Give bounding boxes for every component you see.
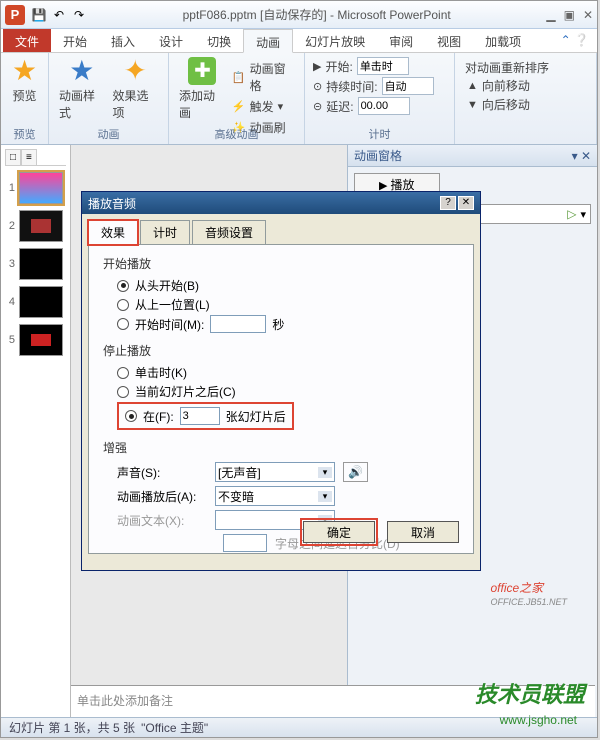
play-audio-dialog: 播放音频 ?✕ 效果 计时 音频设置 开始播放 从头开始(B) 从上一位置(L)… bbox=[81, 191, 481, 571]
close-icon[interactable]: ✕ bbox=[583, 8, 593, 22]
reorder-title: 对动画重新排序 bbox=[465, 59, 586, 76]
duration-input[interactable] bbox=[382, 77, 434, 95]
dialog-help-icon[interactable]: ? bbox=[440, 196, 456, 210]
tab-addin[interactable]: 加载项 bbox=[473, 29, 533, 52]
letter-delay-input bbox=[223, 534, 267, 552]
start-row: ▶ 开始: bbox=[313, 57, 446, 75]
redo-icon[interactable]: ↷ bbox=[71, 7, 87, 23]
start-playback-label: 开始播放 bbox=[103, 255, 459, 272]
group-animation: 动画 bbox=[49, 126, 168, 142]
slide-thumb-3[interactable]: 3 bbox=[5, 248, 66, 280]
slide-thumb-5[interactable]: 5 bbox=[5, 324, 66, 356]
thumbnail-tab[interactable]: □ bbox=[5, 149, 21, 165]
slide-thumb-2[interactable]: 2 bbox=[5, 210, 66, 242]
watermark-office: office之家OFFICE.JB51.NET bbox=[490, 579, 567, 607]
slide-thumb-1[interactable]: 1 bbox=[5, 172, 66, 204]
cancel-button[interactable]: 取消 bbox=[387, 521, 459, 543]
stop-playback-label: 停止播放 bbox=[103, 342, 459, 359]
dialog-titlebar: 播放音频 ?✕ bbox=[82, 192, 480, 214]
dialog-tab-audio[interactable]: 音频设置 bbox=[192, 220, 266, 245]
highlighted-option: 在(F): 张幻灯片后 bbox=[117, 402, 294, 430]
tab-transition[interactable]: 切换 bbox=[195, 29, 243, 52]
tab-design[interactable]: 设计 bbox=[147, 29, 195, 52]
slide-counter: 幻灯片 第 1 张，共 5 张 bbox=[9, 719, 135, 736]
move-later-button[interactable]: ▼ 向后移动 bbox=[465, 95, 586, 114]
after-anim-label: 动画播放后(A): bbox=[117, 488, 207, 505]
undo-icon[interactable]: ↶ bbox=[51, 7, 67, 23]
group-advanced: 高级动画 bbox=[169, 126, 304, 142]
tab-view[interactable]: 视图 bbox=[425, 29, 473, 52]
start-select[interactable] bbox=[357, 57, 409, 75]
ribbon-help[interactable]: ⌃ ❔ bbox=[553, 29, 597, 52]
dialog-close-icon[interactable]: ✕ bbox=[458, 196, 474, 210]
dialog-tab-timing[interactable]: 计时 bbox=[140, 220, 190, 245]
close-pane-icon[interactable]: ✕ bbox=[581, 149, 591, 163]
anim-text-label: 动画文本(X): bbox=[117, 512, 207, 529]
play-icon: ▷ bbox=[567, 207, 576, 221]
group-timing: 计时 bbox=[305, 126, 454, 142]
slide-thumb-4[interactable]: 4 bbox=[5, 286, 66, 318]
dropdown-icon[interactable]: ▾ bbox=[572, 149, 578, 163]
dialog-tab-effect[interactable]: 效果 bbox=[88, 220, 138, 245]
start-time-input[interactable] bbox=[210, 315, 266, 333]
tab-review[interactable]: 审阅 bbox=[377, 29, 425, 52]
sound-label: 声音(S): bbox=[117, 464, 207, 481]
group-preview: 预览 bbox=[1, 126, 48, 142]
window-controls: ▁ ▣ ✕ bbox=[546, 8, 593, 22]
minimize-icon[interactable]: ▁ bbox=[546, 8, 555, 22]
tab-slideshow[interactable]: 幻灯片放映 bbox=[293, 29, 377, 52]
radio-start-time[interactable] bbox=[117, 318, 129, 330]
sound-combo[interactable]: [无声音]▾ bbox=[215, 462, 335, 482]
tab-insert[interactable]: 插入 bbox=[99, 29, 147, 52]
ribbon: ★预览 预览 ★动画样式 ✦效果选项 动画 ✚添加动画 📋 动画窗格 ⚡ 触发 … bbox=[1, 53, 597, 145]
trigger-button[interactable]: ⚡ 触发 ▾ bbox=[230, 97, 298, 116]
slide-thumbnails-pane: □≡ 1 2 3 4 5 bbox=[1, 145, 71, 717]
duration-row: ⊙ 持续时间: bbox=[313, 77, 446, 95]
window-title: pptF086.pptm [自动保存的] - Microsoft PowerPo… bbox=[87, 6, 546, 23]
after-anim-combo[interactable]: 不变暗▾ bbox=[215, 486, 335, 506]
animation-pane-title: 动画窗格 bbox=[354, 147, 402, 164]
animation-pane-button[interactable]: 📋 动画窗格 bbox=[230, 59, 298, 95]
after-n-slides-input[interactable] bbox=[180, 407, 220, 425]
delay-input[interactable] bbox=[358, 97, 410, 115]
radio-after-current[interactable] bbox=[117, 386, 129, 398]
watermark-main: 技术员联盟 bbox=[475, 677, 585, 709]
enhance-label: 增强 bbox=[103, 439, 459, 456]
save-icon[interactable]: 💾 bbox=[31, 7, 47, 23]
title-bar: P 💾 ↶ ↷ pptF086.pptm [自动保存的] - Microsoft… bbox=[1, 1, 597, 29]
tab-home[interactable]: 开始 bbox=[51, 29, 99, 52]
preview-button[interactable]: ★预览 bbox=[7, 55, 42, 106]
restore-icon[interactable]: ▣ bbox=[564, 8, 575, 22]
delay-row: ⊝ 延迟: bbox=[313, 97, 446, 115]
sound-icon[interactable]: 🔊 bbox=[343, 462, 368, 482]
move-earlier-button[interactable]: ▲ 向前移动 bbox=[465, 76, 586, 95]
tab-file[interactable]: 文件 bbox=[3, 29, 51, 52]
ok-button[interactable]: 确定 bbox=[303, 521, 375, 543]
app-icon: P bbox=[5, 5, 25, 25]
radio-from-beginning[interactable] bbox=[117, 280, 129, 292]
radio-from-last[interactable] bbox=[117, 299, 129, 311]
ribbon-tabs: 文件 开始 插入 设计 切换 动画 幻灯片放映 审阅 视图 加载项 ⌃ ❔ bbox=[1, 29, 597, 53]
outline-tab[interactable]: ≡ bbox=[21, 149, 37, 165]
watermark-url: www.jsgho.net bbox=[500, 713, 577, 727]
radio-after-n-slides[interactable] bbox=[125, 410, 137, 422]
tab-animation[interactable]: 动画 bbox=[243, 29, 293, 53]
radio-on-click[interactable] bbox=[117, 367, 129, 379]
quick-access-toolbar: 💾 ↶ ↷ bbox=[31, 7, 87, 23]
theme-name: "Office 主题" bbox=[141, 719, 208, 736]
